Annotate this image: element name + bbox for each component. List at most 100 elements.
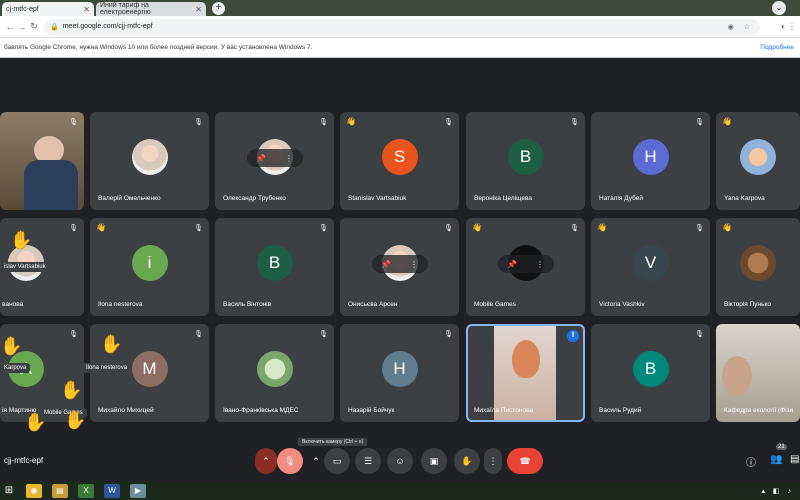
participant-tile-video[interactable]: Кафедра екології (Фізи: [716, 324, 800, 422]
avatar: [256, 351, 293, 387]
excel-taskbar-icon[interactable]: X: [78, 484, 94, 498]
participant-name: Наталія Дубей: [599, 195, 644, 202]
mic-off-icon: 🎙: [69, 331, 78, 338]
chevron-down-icon[interactable]: ⌄: [772, 1, 786, 15]
profile-icon[interactable]: ◐ ⋮: [760, 22, 796, 31]
participant-name: Валерій Омельченко: [98, 195, 161, 202]
raise-hand-button[interactable]: ✋: [454, 448, 480, 474]
address-bar[interactable]: 🔒 meet.google.com/cjj-mtfc-epf ◉ ☆: [44, 18, 760, 35]
mic-toggle-button[interactable]: 🎙: [277, 448, 303, 474]
reaction-label: Ilona nesterova: [82, 363, 132, 373]
raised-hand-reaction-icon: ✋: [0, 336, 23, 356]
close-icon[interactable]: ✕: [83, 5, 90, 14]
captions-button[interactable]: ☰: [355, 448, 381, 474]
people-icon[interactable]: 👥: [770, 454, 782, 465]
raised-hand-reaction-icon: ✋: [60, 380, 83, 400]
omnibox-icons: ◉ ☆: [727, 23, 754, 31]
leave-call-button[interactable]: ☎: [507, 448, 543, 474]
participant-face: [722, 356, 752, 396]
reload-icon[interactable]: ↻: [28, 21, 40, 32]
options-icon[interactable]: ⋮: [536, 260, 544, 269]
participant-tile[interactable]: 👋 Yana Karpova: [716, 112, 800, 210]
tab-tariff[interactable]: Иний тариф на електроенергію ✕: [96, 2, 206, 16]
participant-name: Михаїла Пистонова: [474, 407, 534, 414]
meet-stage: 🎙 🎙 Валерій Омельченко 📌 ⋮ 🎙 Олександр Т…: [0, 58, 800, 500]
mic-off-icon: 🎙: [444, 119, 453, 126]
mic-off-icon: 🎙: [69, 225, 78, 232]
mic-options-button[interactable]: ⌃: [255, 448, 277, 474]
speaking-indicator-icon: ⦀: [567, 330, 579, 342]
pin-icon[interactable]: 📌: [381, 260, 391, 269]
url-text: meet.google.com/cjj-mtfc-epf: [62, 23, 153, 30]
mic-off-icon: 🎙: [444, 331, 453, 338]
mic-off-icon: 🎙: [69, 119, 78, 126]
hand-icon: ✋: [461, 455, 473, 466]
participant-tile[interactable]: 👋 V 🎙 Victoria Vashkiv: [591, 218, 710, 316]
mic-off-icon: 🎙: [570, 119, 579, 126]
participant-name: Вероніка Целіщева: [474, 195, 532, 202]
word-taskbar-icon[interactable]: W: [104, 484, 120, 498]
meeting-code: cjj-mtfc-epf: [4, 456, 44, 465]
tab-meeting[interactable]: cj-mtfc-epf ✕: [2, 2, 94, 16]
avatar: [740, 139, 776, 175]
mic-off-icon: 🎙: [194, 225, 203, 232]
participant-tile-speaking[interactable]: ⦀ Михаїла Пистонова: [466, 324, 585, 422]
pin-icon[interactable]: 📌: [507, 260, 517, 269]
avatar: B: [507, 139, 544, 175]
infobar-more-link[interactable]: Подробнее: [760, 44, 794, 51]
back-icon[interactable]: ←: [4, 22, 16, 32]
participant-tile[interactable]: 🎙 Івано-Франківська МДЕС: [215, 324, 334, 422]
pin-icon[interactable]: 📌: [256, 154, 266, 163]
start-button-icon[interactable]: ⊞: [2, 484, 16, 498]
more-options-button[interactable]: ⋮: [484, 448, 502, 474]
participant-tile[interactable]: H 🎙 Наталія Дубей: [591, 112, 710, 210]
infobar-text: бавлять Google Chrome, нужна Windows 10 …: [4, 44, 313, 51]
participant-tile[interactable]: B 🎙 Василь Вінтонів: [215, 218, 334, 316]
raised-hand-icon: 👋: [722, 117, 732, 126]
present-button[interactable]: ▣: [421, 448, 447, 474]
raised-hand-reaction-icon: ✋: [64, 410, 87, 430]
close-icon[interactable]: ✕: [195, 5, 202, 14]
participant-name: Онисьєва Арсен: [348, 301, 398, 308]
media-taskbar-icon[interactable]: ▶: [130, 484, 146, 498]
participant-tile[interactable]: 📌 ⋮ 🎙 Онисьєва Арсен: [340, 218, 459, 316]
camera-tooltip: Включить камеру (Ctrl + e): [298, 438, 368, 446]
tile-hover-controls[interactable]: 📌 ⋮: [246, 149, 303, 167]
participant-tile[interactable]: B 🎙 Вероніка Целіщева: [466, 112, 585, 210]
mic-off-icon: 🎙: [570, 225, 579, 232]
new-tab-button[interactable]: +: [212, 2, 225, 15]
reactions-button[interactable]: ☺: [387, 448, 413, 474]
mic-off-icon: 🎙: [284, 455, 296, 466]
emoji-icon: ☺: [395, 456, 405, 466]
participant-tile[interactable]: H 🎙 Назарій Бойчук: [340, 324, 459, 422]
options-icon[interactable]: ⋮: [410, 260, 418, 269]
participant-tile[interactable]: 👋 i 🎙 Ilona nesterova: [90, 218, 209, 316]
avatar: V: [632, 245, 669, 281]
raised-hand-reaction-icon: ✋: [10, 230, 33, 250]
explorer-taskbar-icon[interactable]: ▤: [52, 484, 68, 498]
participant-tile[interactable]: 📌 ⋮ 🎙 Олександр Трубенко: [215, 112, 334, 210]
participant-tile[interactable]: 🎙 Валерій Омельченко: [90, 112, 209, 210]
os-taskbar: ⊞ ◉ ▤ X W ▶ ▴ ◧ ♪: [0, 482, 800, 500]
forward-icon[interactable]: →: [16, 22, 28, 32]
tile-hover-controls[interactable]: 📌 ⋮: [371, 255, 428, 273]
avatar: i: [131, 245, 168, 281]
options-icon[interactable]: ⋮: [285, 154, 293, 163]
system-tray[interactable]: ▴ ◧ ♪: [761, 487, 794, 495]
participant-tile[interactable]: B 🎙 Василь Рудий: [591, 324, 710, 422]
chrome-taskbar-icon[interactable]: ◉: [26, 484, 42, 498]
chat-icon[interactable]: ▤: [790, 454, 799, 465]
participant-tile-video[interactable]: 🎙: [0, 112, 84, 210]
camera-toggle-button[interactable]: ▭: [324, 448, 350, 474]
reaction-label: islav Vartsabiuk: [0, 262, 50, 272]
participant-hair: [512, 340, 540, 378]
participant-tile[interactable]: 👋 Вікторія Пунько: [716, 218, 800, 316]
participant-tile[interactable]: 👋 S 🎙 Stanislav Vartsabiuk: [340, 112, 459, 210]
participant-tile[interactable]: 👋 📌 ⋮ 🎙 Mobile Games: [466, 218, 585, 316]
participant-name: Михайло Михицей: [98, 407, 154, 414]
tile-hover-controls[interactable]: 📌 ⋮: [497, 255, 554, 273]
tab-label: Иний тариф на електроенергію: [100, 2, 151, 16]
camera-options-button[interactable]: ⌃: [307, 448, 325, 474]
info-icon[interactable]: ⓘ: [746, 454, 756, 469]
lock-icon[interactable]: 🔒: [50, 23, 59, 31]
